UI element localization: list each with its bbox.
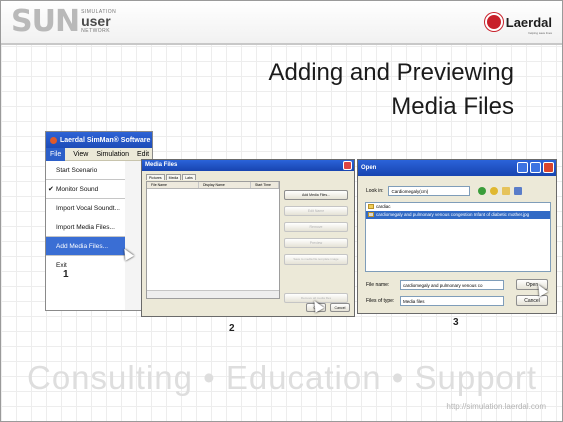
menu-edit[interactable]: Edit [137,151,149,158]
look-in-label: Look in: [366,188,384,194]
sun-logo: SUN SIMULATION user NETWORK [11,3,116,39]
open-dialog-title-bar: Open [358,160,556,176]
file-menu-dropdown: Start Scenario ✔ Monitor Sound Import Voc… [46,161,126,275]
image-file-icon [368,212,374,217]
menu-item-start-scenario[interactable]: Start Scenario [46,161,125,180]
menu-view[interactable]: View [73,151,88,158]
file-name-row: File name: cardiomegaly and pulmonary ve… [366,280,504,290]
menu-item-label: Exit [56,262,67,269]
up-folder-icon[interactable] [489,187,498,195]
file-item-label: cardiac [376,204,391,209]
close-icon[interactable] [543,162,554,173]
slide: SUN SIMULATION user NETWORK Laerdal help… [0,0,563,422]
check-icon: ✔ [48,186,54,193]
menu-item-add-media-files[interactable]: Add Media Files... [46,237,125,256]
file-item-selected[interactable]: cardiomegaly and pulmonary venous conges… [366,211,550,219]
slide-title: Adding and Previewing Media Files [269,56,515,124]
step-number-3: 3 [453,317,459,328]
footer-tagline: Consulting • Education • Support [27,359,538,396]
edit-name-button[interactable]: Edit Name [284,206,348,216]
column-display-name[interactable]: Display Name [199,182,251,188]
screenshot-file-menu: Laerdal SimMan® Software File View Simul… [45,131,153,311]
column-file-name[interactable]: File Name [147,182,199,188]
menu-item-label: Import Media Files... [56,224,115,231]
sun-logo-letters: SUN [11,3,80,39]
file-item[interactable]: cardiac [366,203,550,211]
menu-item-monitor-sound[interactable]: ✔ Monitor Sound [46,180,125,199]
menu-item-exit[interactable]: Exit [46,256,125,275]
dialog-tabs: Pictures Media Labs [146,174,196,180]
file-list-header: File Name Display Name Start Time [147,182,279,189]
dialog-button-column: Add Media Files... Edit Name Remove Prev… [284,190,348,309]
maximize-icon[interactable] [530,162,541,173]
tab-pictures[interactable]: Pictures [146,174,165,180]
menu-simulation[interactable]: Simulation [96,151,129,158]
menu-item-label: Import Vocal Soundt... [56,205,120,212]
laerdal-face-icon [484,13,503,31]
view-menu-icon[interactable] [513,187,522,195]
dialog-title: Media Files [145,162,178,168]
menu-bar: File View Simulation Edit [46,147,152,161]
screenshot-media-files-dialog: Media Files Pictures Media Labs File Nam… [141,159,355,317]
app-title: Laerdal SimMan® Software [60,136,151,144]
menu-item-label: Add Media Files... [56,243,109,250]
header-bar: SUN SIMULATION user NETWORK Laerdal help… [1,1,562,45]
menu-item-import-vocal-sounds[interactable]: Import Vocal Soundt... [46,199,125,218]
column-start-time[interactable]: Start Time [251,182,279,188]
remove-button[interactable]: Remove [284,222,348,232]
slide-title-line1: Adding and Previewing [268,59,515,86]
menu-file[interactable]: File [46,147,66,161]
sun-logo-network: NETWORK [81,27,111,34]
folder-icon [368,204,374,209]
new-folder-icon[interactable] [501,187,510,195]
sun-logo-user: user [81,12,111,29]
step-number-2: 2 [229,323,235,334]
back-icon[interactable] [477,187,486,195]
laerdal-logo-tagline: helping save lives [528,31,552,35]
file-type-label: Files of type: [366,298,395,304]
media-file-list[interactable]: File Name Display Name Start Time [146,181,280,299]
app-icon [50,136,57,144]
horizontal-scrollbar[interactable] [147,290,279,298]
screenshot-open-dialog: Open Look in: Cardiomegaly(cm) cardiac c… [357,159,557,314]
footer-url[interactable]: http://simulation.laerdal.com [446,402,546,411]
file-name-input[interactable]: cardiomegaly and pulmonary venous co [400,280,504,290]
app-title-bar: Laerdal SimMan® Software [46,132,152,148]
file-type-select[interactable]: Media files [400,296,504,306]
look-in-value: Cardiomegaly(cm) [391,189,429,194]
file-name-label: File name: [366,282,390,288]
open-cancel-button[interactable]: Cancel [516,295,548,306]
open-file-list[interactable]: cardiac cardiomegaly and pulmonary venou… [365,202,551,272]
open-dialog-toolbar [477,187,522,195]
look-in-dropdown[interactable]: Cardiomegaly(cm) [387,186,470,196]
cancel-button[interactable]: Cancel [330,303,350,312]
open-dialog-title: Open [361,165,377,171]
slide-title-line2: Media Files [391,93,514,120]
file-item-label: cardiomegaly and pulmonary venous conges… [376,212,530,217]
close-icon[interactable] [343,161,352,170]
tab-media[interactable]: Media [165,174,182,180]
help-icon[interactable] [517,162,528,173]
tab-labs[interactable]: Labs [182,174,196,180]
file-type-row: Files of type: Media files [366,296,504,306]
laerdal-logo: Laerdal helping save lives [484,9,552,35]
menu-item-import-media-files[interactable]: Import Media Files... [46,218,125,237]
menu-item-label: Start Scenario [56,167,98,174]
menu-item-label: Monitor Sound [56,186,99,193]
laerdal-logo-text: Laerdal [505,14,552,30]
save-template-image-button[interactable]: Save to media file template image [284,254,348,265]
step-number-1: 1 [63,269,69,280]
add-media-files-button[interactable]: Add Media Files... [284,190,348,200]
preview-button[interactable]: Preview [284,238,348,248]
look-in-row: Look in: Cardiomegaly(cm) [366,186,522,196]
dialog-title-bar: Media Files [142,160,354,171]
